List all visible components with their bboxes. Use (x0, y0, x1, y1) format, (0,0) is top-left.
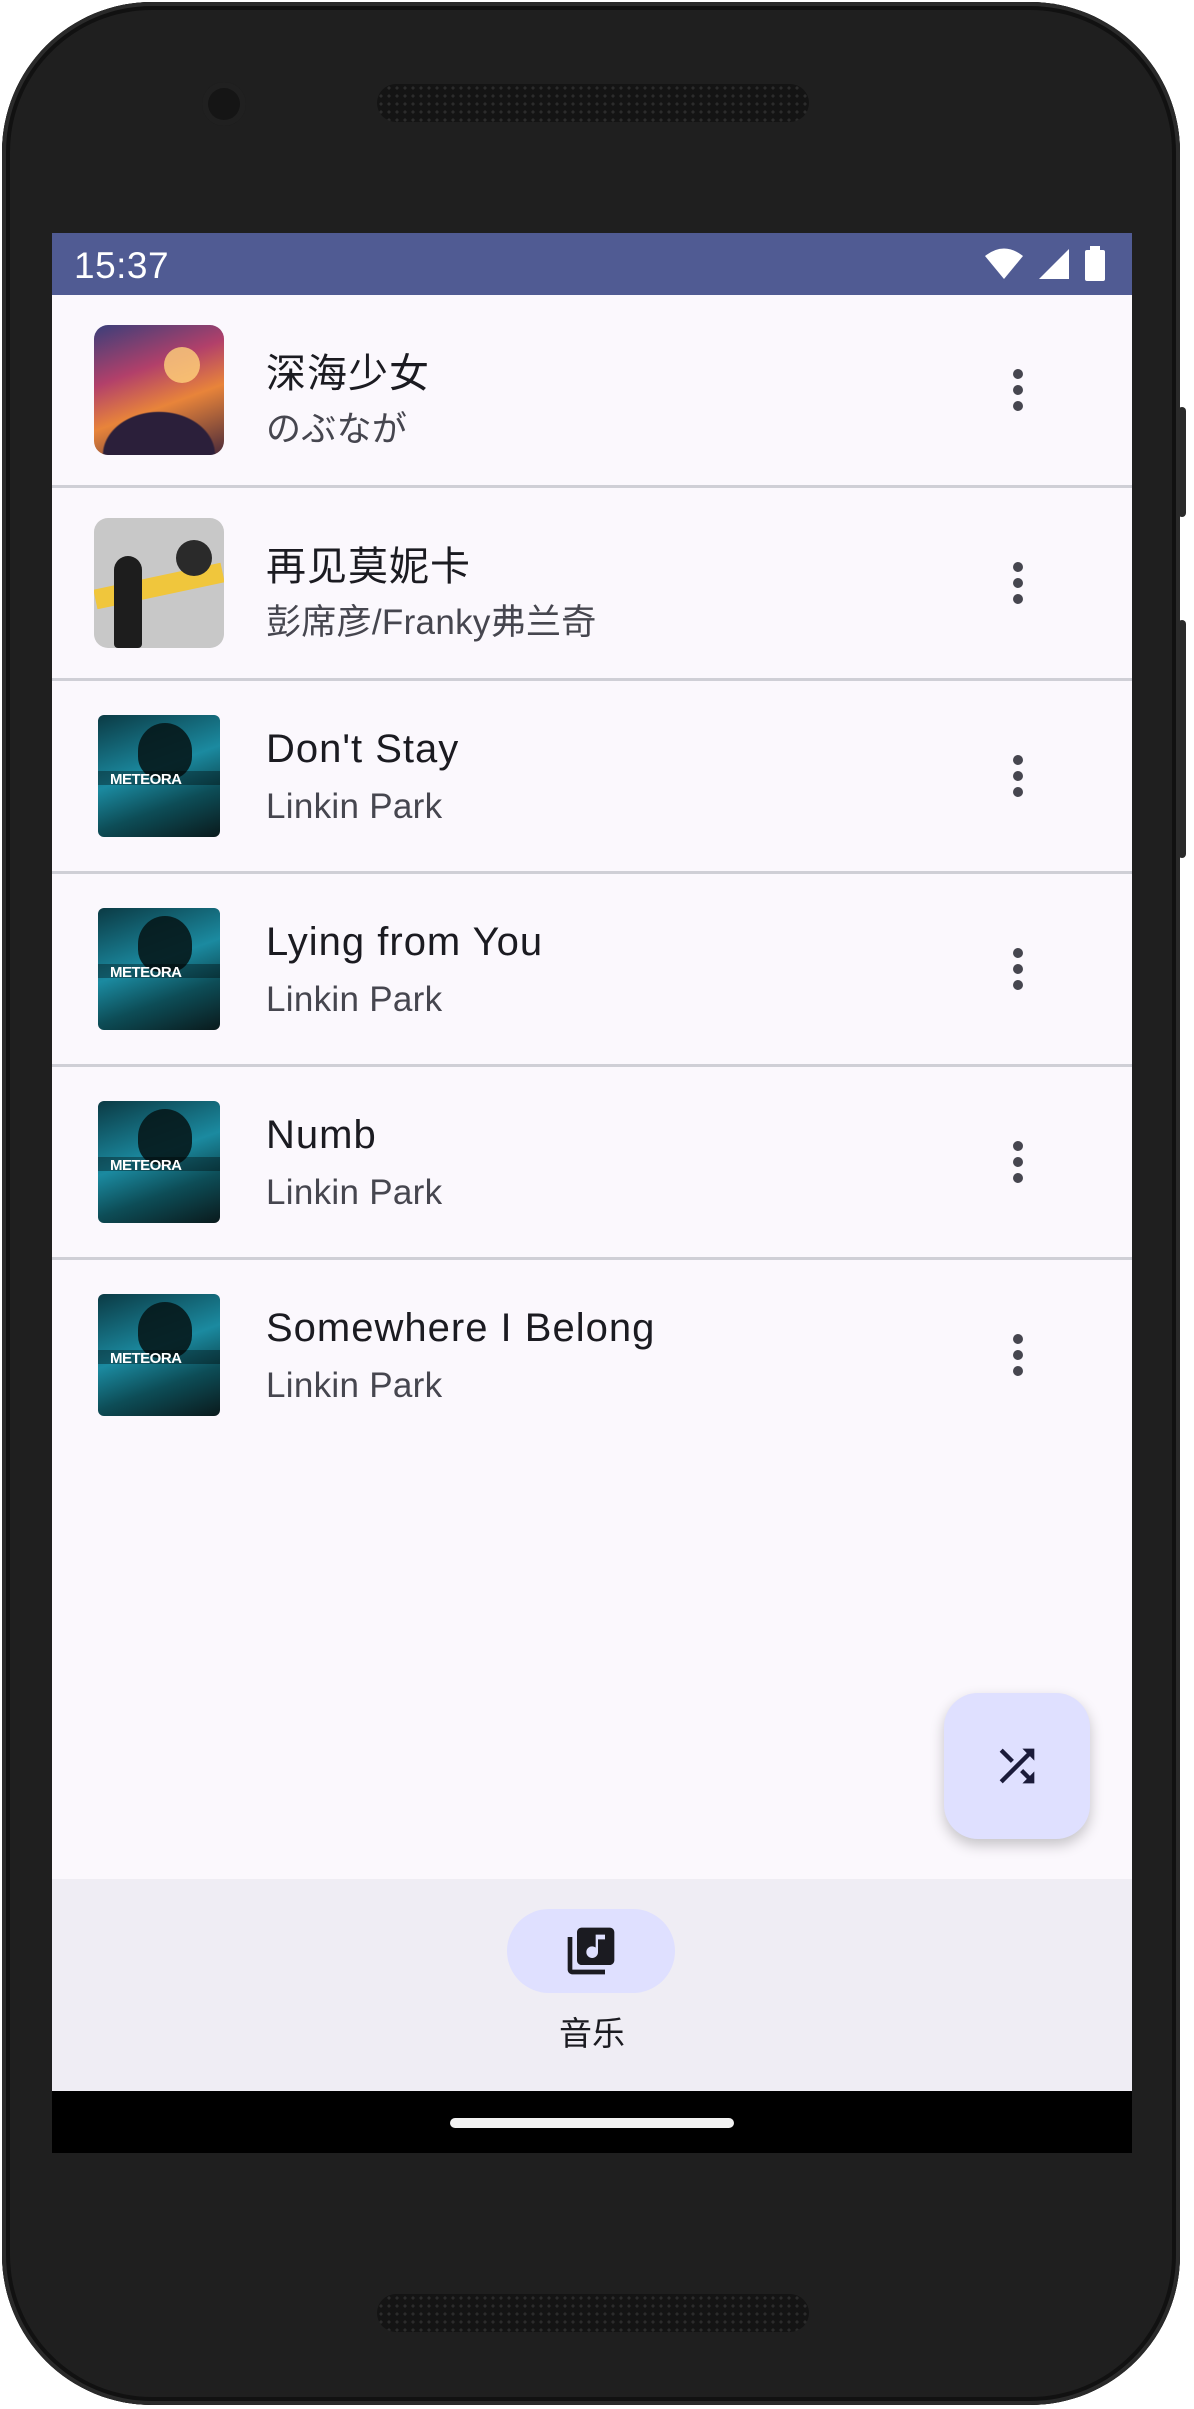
shuffle-icon (999, 1748, 1035, 1784)
nav-active-indicator (507, 1909, 675, 1993)
album-art-logo-text: METEORA (110, 1350, 182, 1367)
bottom-speaker (377, 2294, 809, 2332)
song-title: Don't Stay (266, 727, 460, 771)
album-art-logo-text: METEORA (110, 964, 182, 981)
song-list: 深海少女 のぶなが 再见莫妮卡 彭席彦/Franky弗兰奇 METEORA Do… (52, 295, 1132, 1450)
song-title: Somewhere I Belong (266, 1306, 656, 1350)
song-row[interactable]: 再见莫妮卡 彭席彦/Franky弗兰奇 (52, 488, 1132, 681)
song-artist: Linkin Park (266, 980, 443, 1019)
sunset-album-art (94, 325, 224, 455)
song-title: Lying from You (266, 920, 544, 964)
song-title: 深海少女 (266, 352, 430, 396)
song-artist: 彭席彦/Franky弗兰奇 (266, 603, 597, 642)
home-handle[interactable] (450, 2118, 734, 2128)
volume-button (1178, 620, 1186, 858)
app-screen: 15:37 深海少女 のぶなが 再见莫妮卡 彭席彦/Franky弗兰奇 METE… (52, 233, 1132, 2153)
song-row[interactable]: METEORA Lying from You Linkin Park (52, 874, 1132, 1067)
shuffle-button[interactable] (944, 1693, 1090, 1839)
album-art-logo-text: METEORA (110, 771, 182, 788)
power-button (1178, 407, 1186, 517)
more-options-icon[interactable] (988, 934, 1048, 1004)
nav-item-music[interactable]: 音乐 (507, 1909, 677, 2055)
top-speaker (377, 84, 809, 122)
nav-item-label: 音乐 (559, 2015, 625, 2052)
song-row[interactable]: 深海少女 のぶなが (52, 295, 1132, 488)
meteora-album-art: METEORA (98, 1101, 220, 1223)
music-library-icon (567, 1927, 615, 1975)
meteora-album-art: METEORA (98, 908, 220, 1030)
status-time: 15:37 (74, 245, 170, 286)
wifi-icon (985, 248, 1023, 279)
song-artist: Linkin Park (266, 1173, 443, 1212)
more-options-icon[interactable] (988, 1127, 1048, 1197)
song-row[interactable]: METEORA Numb Linkin Park (52, 1067, 1132, 1260)
song-row[interactable]: METEORA Don't Stay Linkin Park (52, 681, 1132, 874)
song-row[interactable]: METEORA Somewhere I Belong Linkin Park (52, 1260, 1132, 1450)
more-options-icon[interactable] (988, 1320, 1048, 1390)
meteora-album-art: METEORA (98, 1294, 220, 1416)
song-artist: Linkin Park (266, 1366, 443, 1405)
status-bar: 15:37 (52, 233, 1132, 295)
song-artist: のぶなが (266, 410, 408, 449)
more-options-icon[interactable] (988, 741, 1048, 811)
song-artist: Linkin Park (266, 787, 443, 826)
meteora-album-art: METEORA (98, 715, 220, 837)
album-art-logo-text: METEORA (110, 1157, 182, 1174)
front-camera (202, 82, 246, 126)
battery-icon (1085, 246, 1105, 281)
more-options-icon[interactable] (988, 548, 1048, 618)
gesture-bar (52, 2091, 1132, 2153)
song-title: Numb (266, 1113, 377, 1157)
bottom-navigation: 音乐 (52, 1879, 1132, 2091)
grey-album-art (94, 518, 224, 648)
cell-signal-icon (1039, 249, 1069, 279)
more-options-icon[interactable] (988, 355, 1048, 425)
song-title: 再见莫妮卡 (266, 545, 471, 589)
